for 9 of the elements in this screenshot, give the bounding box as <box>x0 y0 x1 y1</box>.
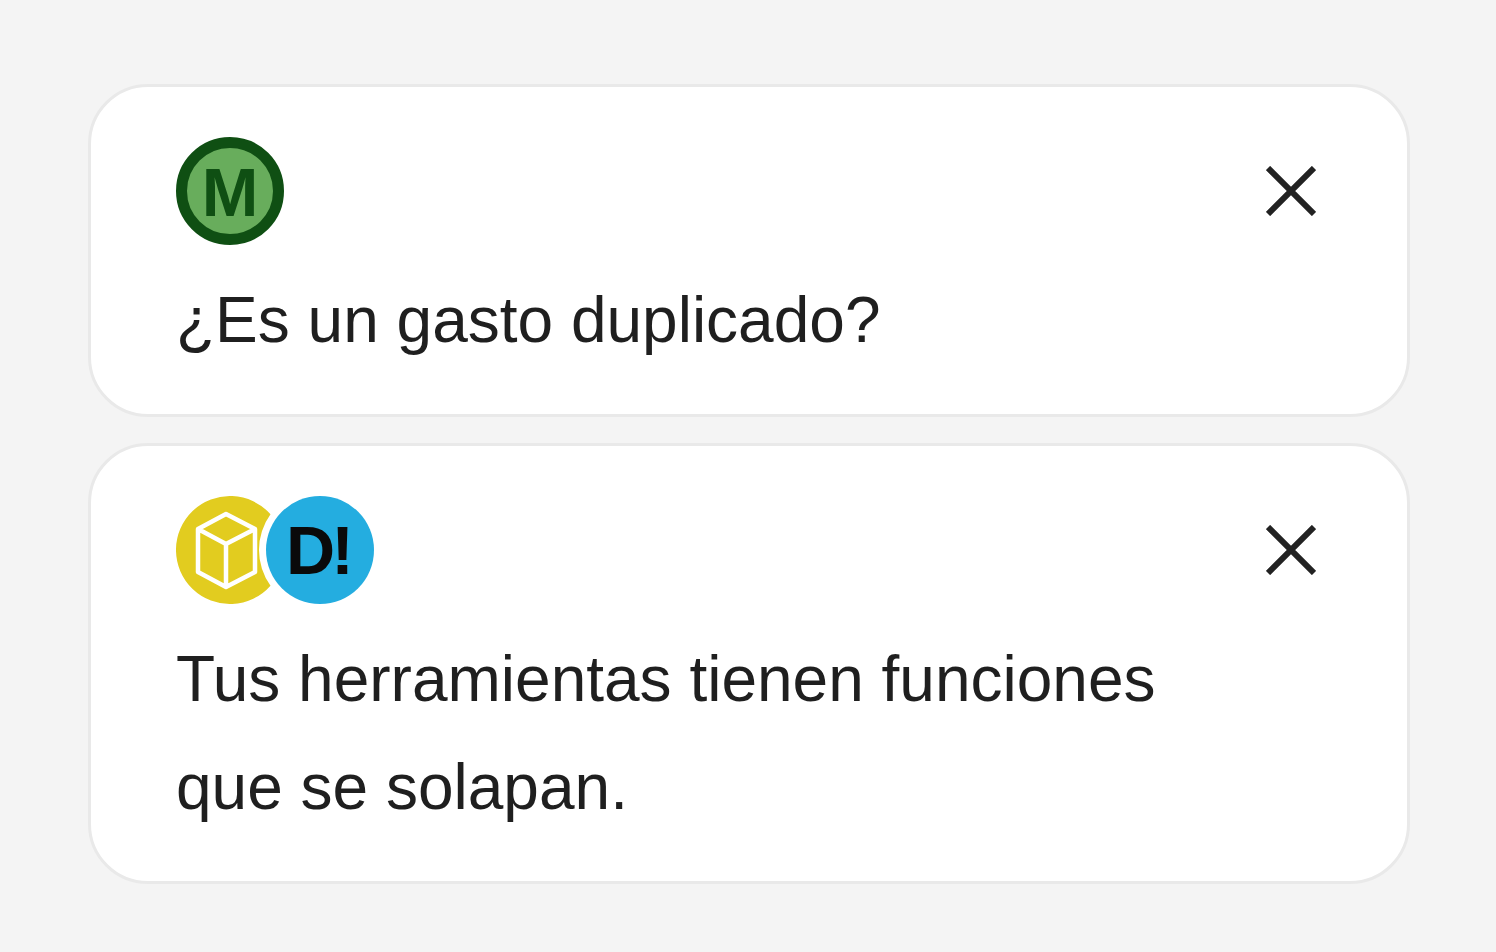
cube-logo-icon <box>176 496 271 604</box>
close-button[interactable] <box>1263 163 1319 219</box>
close-icon <box>1266 525 1316 575</box>
close-icon <box>1266 166 1316 216</box>
close-button[interactable] <box>1263 522 1319 578</box>
notification-message: ¿Es un gasto duplicado? <box>176 283 882 358</box>
notification-message: Tus herramientas tienen funciones que se solapan. <box>176 642 1157 825</box>
monogram-logo: M <box>176 137 284 245</box>
monogram-logo: D! <box>266 496 374 604</box>
